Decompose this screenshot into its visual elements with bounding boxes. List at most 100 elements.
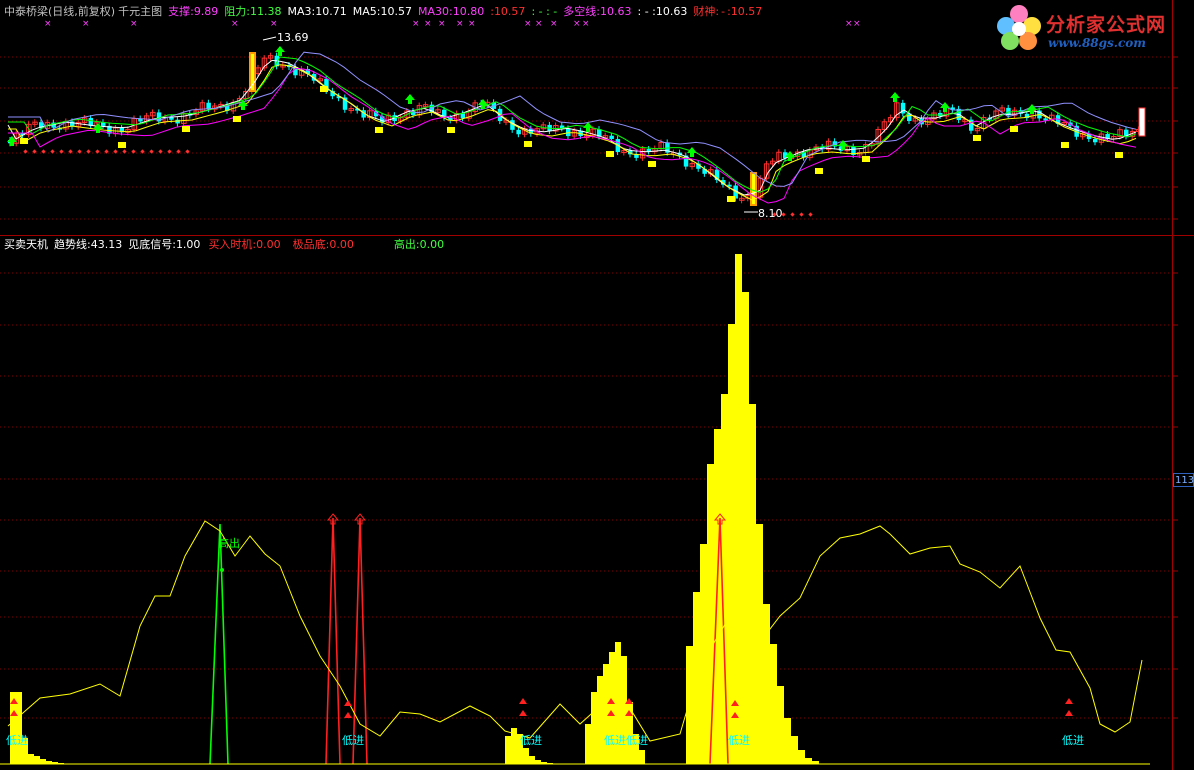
red-triangle-arrow <box>519 698 527 704</box>
indicator-bar <box>707 464 714 764</box>
bottom-grid <box>0 272 1172 719</box>
red-diamond <box>140 149 145 154</box>
indicator-bar <box>597 676 603 764</box>
indicator-bar <box>529 756 535 764</box>
yellow-marker <box>606 151 614 157</box>
low-entry-label-6: 低进 <box>1062 734 1084 747</box>
candle-last <box>1138 107 1146 137</box>
magenta-x: × <box>582 19 590 29</box>
red-diamond <box>790 212 795 217</box>
indicator-bar <box>591 692 597 764</box>
indicator-bar <box>609 652 615 764</box>
magenta-x: × <box>270 19 278 29</box>
indicator-bar <box>742 292 749 764</box>
low-entry-label-5: 低进 <box>728 734 750 747</box>
magenta-x: × <box>845 19 853 29</box>
axis-value-badge: 113 <box>1173 473 1194 487</box>
indicator-bar <box>749 404 756 764</box>
indicator-bar <box>700 544 707 764</box>
yellow-marker <box>118 142 126 148</box>
sell-label: 高出 <box>218 536 240 550</box>
green-arrow <box>405 94 415 104</box>
indicator-bar <box>686 646 693 764</box>
indicator-bar <box>535 760 541 764</box>
magenta-x: × <box>456 19 464 29</box>
main-chart-panel[interactable]: 中泰桥梁(日线,前复权) 千元主图 支撑:9.89 阻力:11.38 MA3:10.71… <box>0 0 1194 235</box>
indicator-bar <box>728 324 735 764</box>
yellow-bars <box>10 254 819 764</box>
yellow-marker <box>182 126 190 132</box>
logo-name: 分析家公式网 <box>1046 14 1167 36</box>
low-entry-labels: 低进 低进 低进 低进低进 低进 低进 <box>6 734 1084 747</box>
magenta-x: × <box>231 19 239 29</box>
magenta-x: × <box>550 19 558 29</box>
indicator-bar <box>798 750 805 764</box>
red-diamond <box>808 212 813 217</box>
ma-lines <box>7 51 1137 204</box>
magenta-x: × <box>44 19 52 29</box>
indicator-bar <box>639 750 645 764</box>
candle-body-down <box>169 117 174 120</box>
yellow-marker <box>1115 152 1123 158</box>
yellow-marker <box>973 135 981 141</box>
indicator-panel[interactable]: 买卖天机 趋势线:43.13 见底信号:1.00 买入时机:0.00 极品底:0.00 高… <box>0 236 1194 770</box>
yellow-marker <box>20 138 28 144</box>
candle-body-down <box>460 113 466 119</box>
indicator-bar <box>805 758 812 764</box>
red-diamond <box>32 149 37 154</box>
yellow-marker <box>375 127 383 133</box>
magenta-x: × <box>573 19 581 29</box>
red-diamond <box>86 149 91 154</box>
indicator-bar <box>756 524 763 764</box>
yellow-marker <box>815 168 823 174</box>
yellow-marker <box>862 156 870 162</box>
signal-lines <box>209 513 729 765</box>
trend-line <box>7 520 1143 742</box>
buy-signal-spike <box>325 517 341 765</box>
yellow-marker <box>320 86 328 92</box>
indicator-bar <box>763 604 770 764</box>
indicator-bar <box>784 718 791 764</box>
indicator-chart[interactable]: 高出 低进 低进 低进 低进低进 低进 低进 <box>0 236 1194 770</box>
magenta-x: × <box>130 19 138 29</box>
yellow-marker <box>1010 126 1018 132</box>
low-entry-label-2: 低进 <box>342 734 364 747</box>
green-arrow <box>687 147 697 157</box>
ma-line-yellow <box>8 64 1137 201</box>
red-triangle-arrow <box>344 700 352 706</box>
yellow-marker <box>447 127 455 133</box>
yellow-marker <box>727 196 735 202</box>
green-arrow <box>890 92 900 102</box>
magenta-x: × <box>535 19 543 29</box>
indicator-bar <box>523 748 529 764</box>
indicator-bar <box>777 686 784 764</box>
red-triangle-arrow <box>344 712 352 718</box>
low-entry-label-1: 低进 <box>6 734 28 747</box>
candle-body-down <box>609 135 614 140</box>
low-entry-label-3: 低进 <box>520 734 542 747</box>
right-price-axis[interactable] <box>1172 0 1173 770</box>
low-marker-label: 8.10 <box>758 207 783 220</box>
yellow-marker <box>524 141 532 147</box>
high-marker: 13.69 <box>262 31 309 44</box>
flower-icon <box>997 5 1041 50</box>
indicator-bar <box>621 656 627 764</box>
yellow-marker <box>233 116 241 122</box>
candle-body-down <box>516 129 521 135</box>
indicator-bar <box>34 756 40 764</box>
red-diamond <box>104 149 109 154</box>
red-diamond <box>50 149 55 154</box>
magenta-x: × <box>853 19 861 29</box>
indicator-bar <box>40 759 46 764</box>
sell-signal-spike <box>209 523 229 765</box>
indicator-bar <box>791 736 798 764</box>
indicator-bar <box>735 254 742 764</box>
candle-body-down <box>566 128 571 137</box>
indicator-bar <box>28 754 34 764</box>
magenta-x: × <box>438 19 446 29</box>
green-arrow <box>478 99 488 109</box>
magenta-x: × <box>524 19 532 29</box>
magenta-x: × <box>412 19 420 29</box>
yellow-marker <box>648 161 656 167</box>
site-logo: 分析家公式网 www.88gs.com <box>992 2 1190 54</box>
